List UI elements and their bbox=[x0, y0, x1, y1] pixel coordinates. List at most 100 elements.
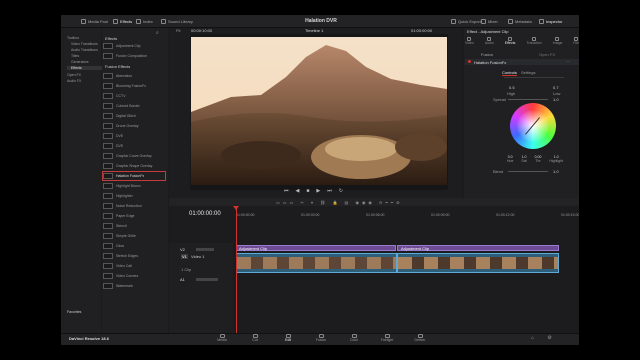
play-icon[interactable]: ▶ bbox=[316, 188, 320, 194]
color-param[interactable]: 0.00 Thr bbox=[535, 155, 542, 163]
inspector-tab[interactable]: Image bbox=[553, 37, 562, 47]
timeline-name[interactable]: Timeline 1 bbox=[305, 28, 323, 33]
effect-item[interactable]: Fusion Composition bbox=[103, 52, 165, 60]
rewind-icon[interactable]: ◀ bbox=[296, 188, 300, 194]
effect-item[interactable]: DVE bbox=[103, 132, 165, 140]
effect-item[interactable]: Highlight Bloom bbox=[103, 182, 165, 190]
color-param[interactable]: 0.0 Hue bbox=[507, 155, 513, 163]
page-tab-fairlight[interactable]: Fairlight bbox=[376, 334, 398, 344]
sidebar-item-audio-fx[interactable]: Audio FX bbox=[67, 79, 81, 83]
effect-item[interactable]: Video Call bbox=[103, 262, 165, 270]
viewer-timecode-left: 00:00:10:00 bbox=[191, 28, 213, 33]
effect-item[interactable]: Glow bbox=[103, 242, 165, 250]
effect-enable-toggle[interactable] bbox=[468, 60, 471, 63]
tab-settings[interactable]: Settings bbox=[521, 70, 535, 75]
effect-item[interactable]: DVE bbox=[103, 142, 165, 150]
effect-item[interactable]: Stretch Edges bbox=[103, 252, 165, 260]
search-icon[interactable]: ⌕ bbox=[156, 30, 159, 36]
spread-slider[interactable] bbox=[508, 99, 548, 100]
param-spread-value[interactable]: 1.0 bbox=[553, 97, 559, 102]
track-clip-count: 1 Clip bbox=[181, 267, 192, 272]
video-clip-1[interactable] bbox=[236, 253, 397, 273]
tab-open-fx[interactable]: Open FX bbox=[539, 52, 555, 57]
effect-item[interactable]: Stencil bbox=[103, 222, 165, 230]
app-brand: DaVinci Resolve 18.6 bbox=[69, 336, 109, 341]
bottom-utility-icons[interactable]: ⌂ ⚙ bbox=[531, 335, 558, 341]
page-tab-media[interactable]: Media bbox=[211, 334, 233, 344]
page-tab-color[interactable]: Color bbox=[343, 334, 365, 344]
timeline-tools[interactable]: ▭▭▭ ✂ ⌖ ⛓ 🔒 ▤ ◉◉◉ ⊖━━⊕ bbox=[276, 200, 403, 205]
blend-slider[interactable] bbox=[508, 171, 548, 172]
inspector-tab[interactable]: Video bbox=[465, 37, 474, 47]
index-button[interactable]: Index bbox=[136, 17, 153, 25]
effect-item[interactable]: Simple Grille bbox=[103, 232, 165, 240]
mixer-button[interactable]: Mixer bbox=[481, 17, 498, 25]
track-v2-controls[interactable] bbox=[196, 248, 214, 251]
effect-item[interactable]: Paper Edge bbox=[103, 212, 165, 220]
tab-fusion[interactable]: Fusion bbox=[481, 52, 493, 57]
effect-item[interactable]: Graphic Curve Overlay bbox=[103, 152, 165, 160]
inspector-button[interactable]: Inspector bbox=[539, 17, 562, 25]
effect-item[interactable]: Colored Border bbox=[103, 102, 165, 110]
sidebar-item-toolbox[interactable]: Toolbox bbox=[67, 36, 79, 40]
adjustment-clip-2[interactable]: Adjustment Clip bbox=[397, 245, 559, 251]
top-toolbar: Media Pool Effects Index Sound Library H… bbox=[61, 15, 579, 28]
track-a1-controls[interactable] bbox=[196, 278, 218, 281]
color-param[interactable]: 1.0 Sat bbox=[521, 155, 526, 163]
effect-item[interactable]: Aberration bbox=[103, 72, 165, 80]
sidebar-item-audio-transitions[interactable]: Audio Transitions bbox=[71, 48, 98, 52]
param-low-value[interactable]: 0.7 bbox=[553, 85, 559, 90]
effect-item[interactable]: CCTV bbox=[103, 92, 165, 100]
sidebar-item-generators[interactable]: Generators bbox=[71, 60, 89, 64]
page-tab-label: Media bbox=[217, 338, 227, 342]
playhead[interactable] bbox=[236, 208, 237, 333]
sound-library-button[interactable]: Sound Library bbox=[161, 17, 193, 25]
effect-item[interactable]: Video Corners bbox=[103, 272, 165, 280]
effect-options-icon[interactable]: ⋯ bbox=[566, 59, 570, 64]
sidebar-item-effects[interactable]: Effects bbox=[67, 66, 105, 70]
playhead-handle[interactable] bbox=[233, 206, 239, 210]
effects-button[interactable]: Effects bbox=[113, 17, 132, 25]
viewer-zoom-label[interactable]: Fit bbox=[176, 28, 180, 33]
page-tab-deliver[interactable]: Deliver bbox=[409, 334, 431, 344]
page-tab-fusion[interactable]: Fusion bbox=[310, 334, 332, 344]
effect-item[interactable]: Digital Glitch bbox=[103, 112, 165, 120]
loop-icon[interactable]: ↻ bbox=[339, 188, 343, 194]
effect-item[interactable]: Drone Overlay bbox=[103, 122, 165, 130]
page-tab-edit[interactable]: Edit bbox=[277, 334, 299, 344]
param-slider-track[interactable] bbox=[504, 77, 564, 78]
quick-export-button[interactable]: Quick Export bbox=[451, 17, 481, 25]
tab-controls[interactable]: Controls bbox=[502, 70, 517, 76]
color-wheel[interactable] bbox=[510, 103, 556, 149]
sidebar-item-titles[interactable]: Titles bbox=[71, 54, 79, 58]
sidebar-item-open-fx[interactable]: Open FX bbox=[67, 73, 81, 77]
effect-thumbnail bbox=[103, 123, 113, 129]
inspector-tab[interactable]: Transition bbox=[526, 37, 542, 47]
effect-item[interactable]: Watermark bbox=[103, 282, 165, 290]
effect-item[interactable]: Noise Reduction bbox=[103, 202, 165, 210]
effect-item[interactable]: Adjustment Clip bbox=[103, 42, 165, 50]
effect-thumbnail bbox=[103, 253, 113, 259]
sidebar-item-video-transitions[interactable]: Video Transitions bbox=[71, 42, 98, 46]
inspector-tab[interactable]: Audio bbox=[485, 37, 494, 47]
blend-value[interactable]: 1.0 bbox=[553, 169, 559, 174]
stop-icon[interactable]: ■ bbox=[306, 188, 309, 194]
effect-item[interactable]: Halation FusionFx bbox=[102, 171, 166, 181]
go-to-start-icon[interactable]: ⏮ bbox=[284, 188, 289, 194]
go-to-end-icon[interactable]: ⏭ bbox=[327, 188, 332, 194]
metadata-button[interactable]: Metadata bbox=[508, 17, 532, 25]
timeline-ruler[interactable]: 01:00:00:00 01:00:03:00 01:00:06:00 01:00:0… bbox=[236, 211, 579, 221]
video-clip-2[interactable] bbox=[397, 253, 559, 273]
effect-item[interactable]: Highlighter bbox=[103, 192, 165, 200]
effect-item[interactable]: Graphic Shape Overlay bbox=[103, 162, 165, 170]
param-high-value[interactable]: 0.5 bbox=[509, 85, 515, 90]
color-param[interactable]: 1.0 Highlight bbox=[549, 155, 563, 163]
inspector-tab[interactable]: Effects bbox=[505, 37, 515, 47]
media-pool-button[interactable]: Media Pool bbox=[81, 17, 108, 25]
track-v1-id[interactable]: V1 bbox=[181, 254, 188, 259]
inspector-tab[interactable]: File bbox=[573, 37, 579, 47]
favorites-label[interactable]: Favorites bbox=[67, 310, 81, 314]
adjustment-clip-1[interactable]: Adjustment Clip bbox=[236, 245, 396, 251]
page-tab-cut[interactable]: Cut bbox=[244, 334, 266, 344]
effect-item[interactable]: Blooming FusionFx bbox=[103, 82, 165, 90]
